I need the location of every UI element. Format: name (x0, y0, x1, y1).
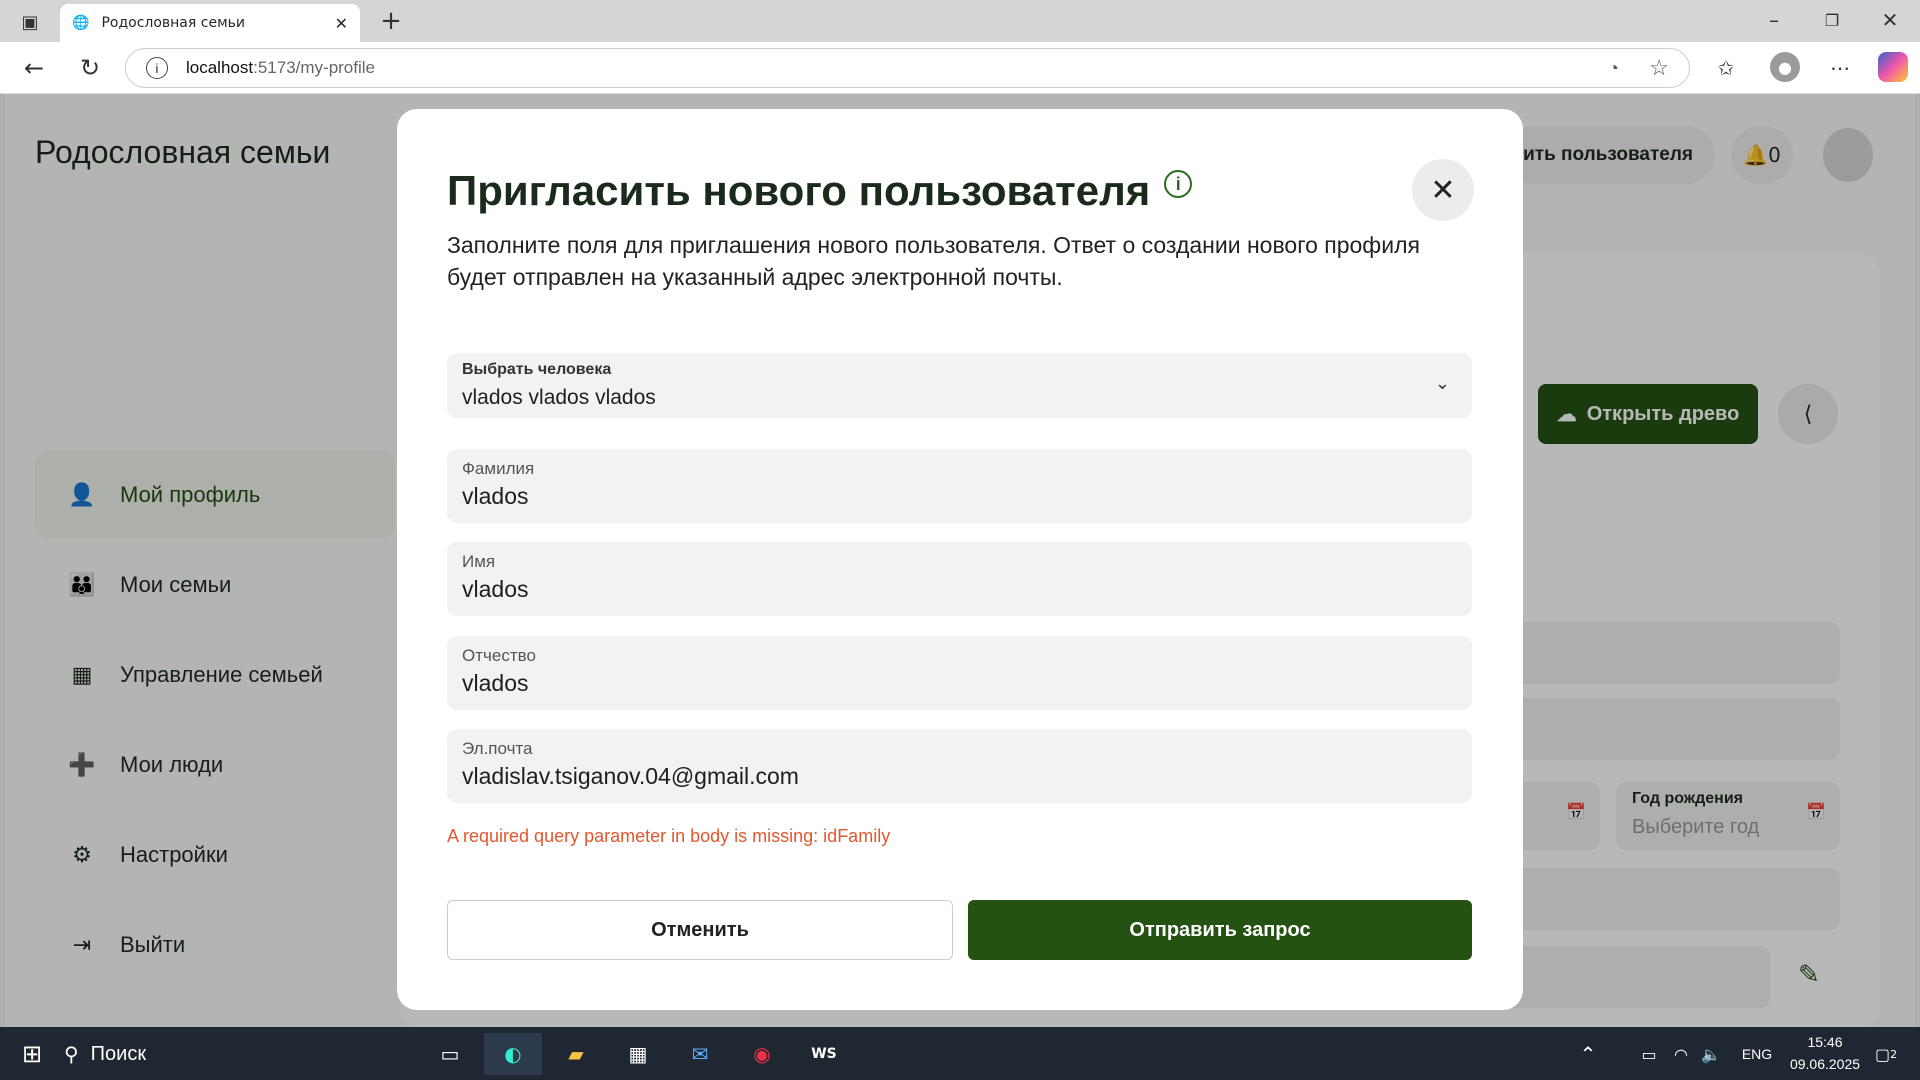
clock-time: 15:46 (1807, 1034, 1843, 1050)
first-name-value: vlados (462, 576, 529, 602)
browser-tab-strip: ▣ 🌐 Родословная семьи ✕ + – ❐ ✕ (0, 0, 1920, 42)
webstorm-icon[interactable]: WS (804, 1033, 844, 1075)
info-icon[interactable]: i (1164, 170, 1193, 198)
mail-icon[interactable]: ✉ (680, 1033, 720, 1075)
last-name-field[interactable]: Фамилия vlados (447, 449, 1472, 523)
modal-description: Заполните поля для приглашения нового по… (447, 232, 1420, 290)
submit-request-button[interactable]: Отправить запрос (968, 900, 1472, 960)
profile-avatar-icon[interactable]: ● (1770, 52, 1800, 82)
modal-title-text: Пригласить нового пользователя (447, 167, 1151, 214)
start-button[interactable]: ⊞ (14, 1033, 50, 1075)
email-label: Эл.почта (462, 739, 533, 758)
close-tab-icon[interactable]: ✕ (335, 14, 348, 33)
taskbar-search-label: Поиск (90, 1042, 147, 1065)
email-field[interactable]: Эл.почта vladislav.tsiganov.04@gmail.com (447, 729, 1472, 803)
patronymic-field[interactable]: Отчество vlados (447, 636, 1472, 710)
modal-title: Пригласить нового пользователя i (447, 167, 1193, 215)
site-info-icon[interactable]: i (146, 57, 168, 79)
patronymic-value: vlados (462, 670, 529, 696)
copilot-icon[interactable] (1878, 52, 1908, 82)
wifi-icon[interactable]: ◠ (1666, 1033, 1696, 1075)
globe-icon: 🌐 (72, 15, 90, 31)
edge-icon[interactable]: ◐ (484, 1033, 542, 1075)
notification-count: 2 (1890, 1047, 1898, 1061)
tab-actions-icon[interactable]: ▣ (18, 10, 42, 34)
error-message: A required query parameter in body is mi… (447, 826, 891, 846)
new-tab-icon[interactable]: + (378, 6, 404, 36)
volume-icon[interactable]: 🔈 (1696, 1033, 1726, 1075)
close-icon: ✕ (1430, 172, 1456, 208)
email-value: vladislav.tsiganov.04@gmail.com (462, 763, 799, 789)
search-icon: ⚲ (64, 1043, 79, 1066)
notification-center-icon[interactable]: ▢ 2 (1866, 1033, 1906, 1075)
chrome-icon[interactable]: ◉ (742, 1033, 782, 1075)
first-name-label: Имя (462, 552, 496, 571)
reload-icon[interactable]: ↻ (76, 54, 104, 82)
browser-tab-title: Родословная семьи (101, 15, 245, 31)
address-bar[interactable]: i localhost:5173/my-profile ◔ ☆ (125, 48, 1690, 88)
first-name-field[interactable]: Имя vlados (447, 542, 1472, 616)
windows-taskbar: ⊞ ⚲ Поиск ▭ ◐ ▰ ▦ ✉ ◉ WS ⌃ ▭ ◠ 🔈 ENG 15:… (0, 1027, 1920, 1080)
browser-nav-bar: ← ↻ i localhost:5173/my-profile ◔ ☆ ✩ ● … (0, 42, 1920, 94)
chevron-down-icon: ⌄ (1434, 373, 1450, 394)
clock-date: 09.06.2025 (1789, 1056, 1861, 1072)
url-path: :5173/my-profile (253, 58, 375, 77)
select-person-dropdown[interactable]: Выбрать человека vlados vlados vlados ⌄ (447, 353, 1472, 418)
battery-icon[interactable]: ▭ (1634, 1033, 1664, 1075)
more-icon[interactable]: ⋯ (1826, 54, 1854, 82)
task-view-icon[interactable]: ▭ (430, 1033, 470, 1075)
invite-user-modal: Пригласить нового пользователя i ✕ Запол… (397, 109, 1523, 1010)
last-name-value: vlados (462, 483, 529, 509)
store-icon[interactable]: ▦ (618, 1033, 658, 1075)
taskbar-search[interactable]: ⚲ Поиск (64, 1033, 464, 1075)
select-person-value: vlados vlados vlados (462, 386, 656, 409)
reader-icon[interactable]: ◔ (1608, 58, 1619, 79)
clock[interactable]: 15:46 09.06.2025 (1770, 1031, 1880, 1077)
last-name-label: Фамилия (462, 459, 535, 478)
restore-icon[interactable]: ❐ (1820, 8, 1844, 32)
cancel-button[interactable]: Отменить (447, 900, 953, 960)
tray-chevron-icon[interactable]: ⌃ (1576, 1033, 1600, 1075)
browser-tab[interactable]: 🌐 Родословная семьи ✕ (60, 4, 360, 42)
close-window-icon[interactable]: ✕ (1878, 8, 1902, 32)
minimize-icon[interactable]: – (1762, 8, 1786, 32)
select-person-label: Выбрать человека (462, 361, 612, 378)
file-explorer-icon[interactable]: ▰ (556, 1033, 596, 1075)
patronymic-label: Отчество (462, 646, 536, 665)
favorite-star-icon[interactable]: ☆ (1649, 55, 1669, 81)
url-host: localhost (186, 58, 254, 77)
modal-close-button[interactable]: ✕ (1412, 159, 1474, 221)
favorites-icon[interactable]: ✩ (1712, 54, 1740, 82)
back-icon[interactable]: ← (20, 54, 48, 82)
